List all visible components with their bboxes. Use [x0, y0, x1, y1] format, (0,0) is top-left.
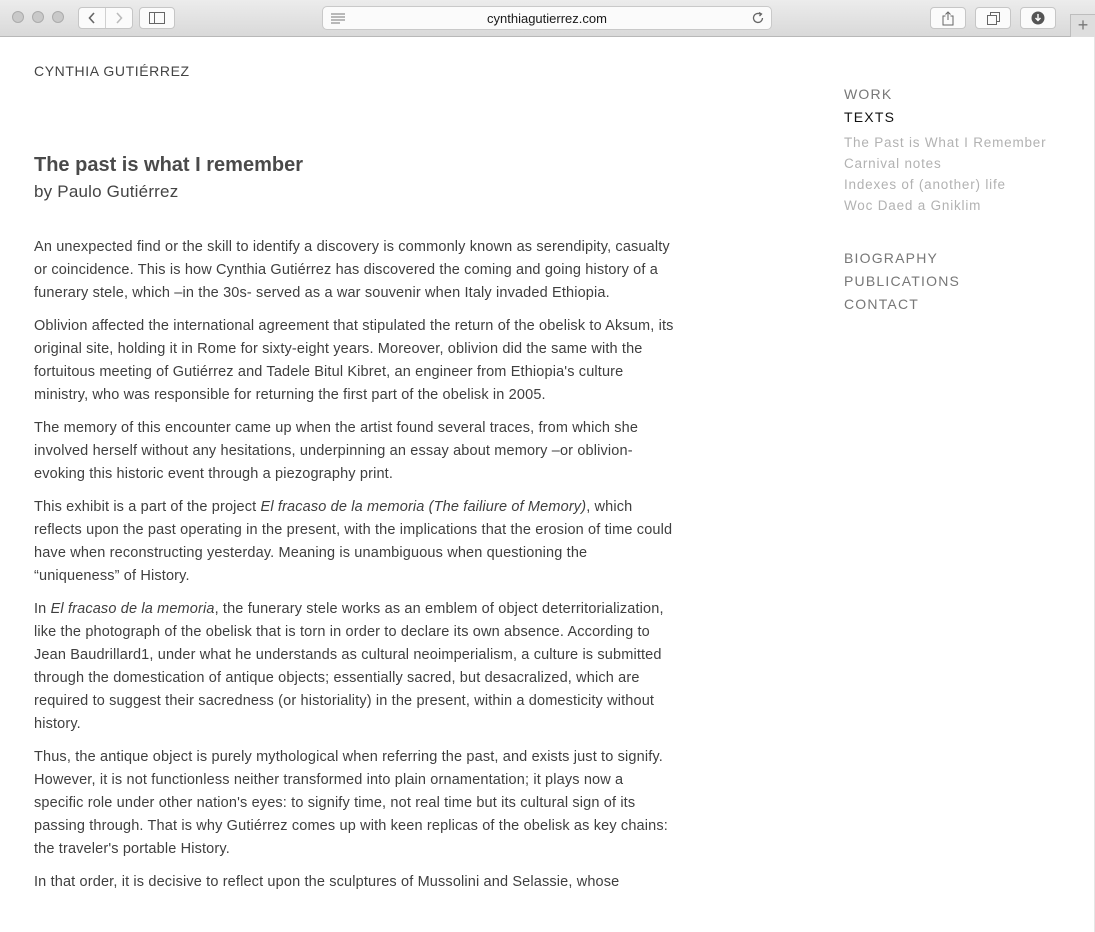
address-bar[interactable]: cynthiagutierrez.com [322, 6, 772, 30]
texts-item-carnival[interactable]: Carnival notes [844, 153, 1046, 174]
close-window-icon[interactable] [12, 11, 24, 23]
downloads-button[interactable] [1020, 7, 1056, 29]
texts-item-indexes[interactable]: Indexes of (another) life [844, 174, 1046, 195]
nav-secondary: BIOGRAPHY PUBLICATIONS CONTACT [844, 247, 1046, 316]
paragraph-text: , the funerary stele works as an emblem … [34, 601, 664, 732]
article-paragraph: The memory of this encounter came up whe… [34, 420, 639, 482]
article-title: The past is what I remember [34, 154, 303, 176]
site-title[interactable]: CYNTHIA GUTIÉRREZ [34, 63, 190, 79]
chevron-left-icon [88, 12, 95, 24]
nav-work[interactable]: WORK [844, 83, 1046, 106]
project-title: El fracaso de la memoria (The failiure o… [260, 499, 587, 515]
texts-item-woc[interactable]: Woc Daed a Gniklim [844, 195, 1046, 216]
article-paragraph: An unexpected find or the skill to ident… [34, 239, 670, 301]
share-icon [942, 10, 954, 25]
site-navigation: WORK TEXTS The Past is What I Remember C… [844, 83, 1046, 316]
show-tabs-button[interactable] [975, 7, 1011, 29]
article-body: An unexpected find or the skill to ident… [34, 236, 674, 904]
paragraph-text: In [34, 601, 51, 617]
forward-button[interactable] [105, 8, 132, 28]
zoom-window-icon[interactable] [52, 11, 64, 23]
nav-biography[interactable]: BIOGRAPHY [844, 247, 1046, 270]
sidebar-toggle-button[interactable] [139, 7, 175, 29]
reload-icon[interactable] [751, 11, 765, 25]
back-button[interactable] [79, 8, 105, 28]
article-paragraph: Oblivion affected the international agre… [34, 318, 674, 403]
texts-submenu: The Past is What I Remember Carnival not… [844, 132, 1046, 216]
project-title: El fracaso de la memoria [50, 601, 215, 617]
nav-contact[interactable]: CONTACT [844, 293, 1046, 316]
paragraph-text: This exhibit is a part of the project [34, 499, 261, 515]
minimize-window-icon[interactable] [32, 11, 44, 23]
browser-toolbar: cynthiagutierrez.com + [0, 0, 1095, 37]
texts-item-past[interactable]: The Past is What I Remember [844, 132, 1046, 153]
article-paragraph: In El fracaso de la memoria, the funerar… [34, 598, 674, 736]
chevron-right-icon [116, 12, 123, 24]
new-tab-button[interactable]: + [1070, 14, 1095, 37]
share-button[interactable] [930, 7, 966, 29]
sidebar-icon [149, 12, 165, 24]
url-text[interactable]: cynthiagutierrez.com [323, 11, 771, 26]
nav-texts[interactable]: TEXTS [844, 106, 1046, 129]
tabs-icon [986, 11, 1000, 25]
nav-publications[interactable]: PUBLICATIONS [844, 270, 1046, 293]
article-paragraph: Thus, the antique object is purely mytho… [34, 749, 668, 857]
article-byline: by Paulo Gutiérrez [34, 182, 179, 201]
history-nav [78, 7, 133, 29]
article-paragraph: This exhibit is a part of the project El… [34, 496, 674, 588]
download-icon [1031, 11, 1045, 25]
article-paragraph: In that order, it is decisive to reflect… [34, 874, 620, 890]
